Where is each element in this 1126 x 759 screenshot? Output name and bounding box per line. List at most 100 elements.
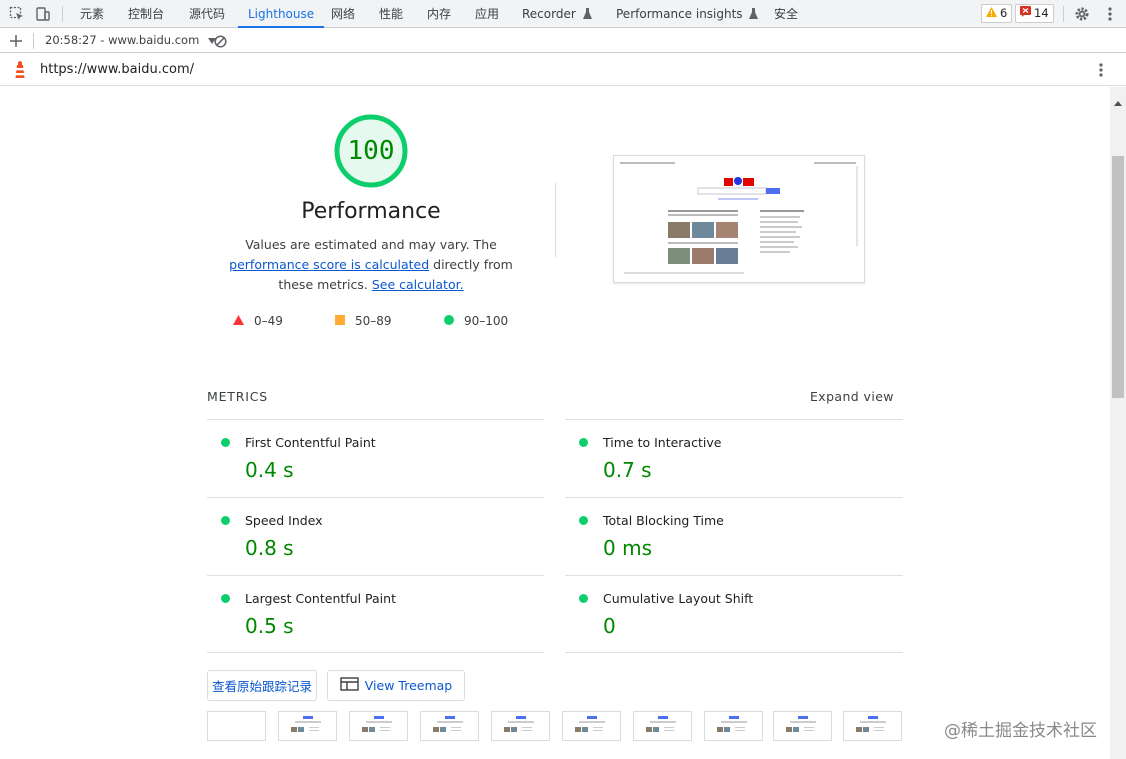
tab-performance-insights[interactable]: Performance insights [616,0,759,29]
more-options-icon[interactable] [1101,5,1119,23]
filmstrip-frame [349,711,408,741]
pass-circle-icon [221,594,230,603]
tab-console[interactable]: 控制台 [128,0,164,28]
metric-value: 0.8 s [245,536,294,560]
new-report-plus-icon[interactable] [7,32,25,50]
pass-circle-icon [579,438,588,447]
filmstrip-frame [207,711,266,741]
expand-view-toggle[interactable]: Expand view [810,389,894,404]
filmstrip-frame [278,711,337,741]
clear-all-block-icon[interactable] [211,32,229,50]
report-menu-icon[interactable] [1092,61,1110,79]
pass-circle-icon [221,516,230,525]
tab-application[interactable]: 应用 [475,0,499,28]
metric-speed-index: Speed Index 0.8 s [207,498,543,576]
tab-security[interactable]: 安全 [774,0,798,28]
report-url[interactable]: https://www.baidu.com/ [40,54,194,86]
metric-label: Speed Index [245,513,323,528]
report-selector[interactable]: 20:58:27 - www.baidu.com [45,28,216,53]
inspect-element-icon[interactable] [8,5,26,23]
tab-memory[interactable]: 内存 [427,0,451,28]
tab-recorder[interactable]: Recorder [522,0,592,28]
tab-separator [33,33,34,49]
average-square-icon [335,314,345,328]
legend-fail-range: 0–49 [254,314,283,328]
performance-score-gauge[interactable]: 100 [333,113,409,189]
pass-circle-icon [579,516,588,525]
fail-triangle-icon [233,314,244,328]
lighthouse-logo-icon [11,61,29,79]
report-url-bar: https://www.baidu.com/ [0,54,1126,86]
metric-value: 0.7 s [603,458,652,482]
filmstrip-frame [773,711,832,741]
category-title: Performance [301,199,441,224]
metric-label: First Contentful Paint [245,435,376,450]
tab-recorder-label: Recorder [522,7,576,21]
metric-value: 0 ms [603,536,652,560]
filmstrip-frame [420,711,479,741]
score-description: Values are estimated and may vary. The p… [214,235,528,295]
pass-circle-icon [444,314,454,328]
report-selector-label: 20:58:27 - www.baidu.com [45,33,200,47]
tab-separator [1063,6,1064,22]
device-toolbar-icon[interactable] [34,5,52,23]
pass-circle-icon [221,438,230,447]
error-icon [1020,5,1031,22]
metric-label: Time to Interactive [603,435,722,450]
description-text: Values are estimated and may vary. The [245,237,497,252]
legend-average-range: 50–89 [355,314,392,328]
errors-badge[interactable]: 14 [1015,4,1054,23]
devtools-tab-bar: 元素 控制台 源代码 Lighthouse 网络 性能 内存 应用 Record… [0,0,1126,28]
tab-performance-insights-label: Performance insights [616,7,743,21]
warnings-badge[interactable]: 6 [981,4,1013,23]
view-treemap-label: View Treemap [364,678,453,693]
metric-divider [565,652,903,653]
filmstrip-frame [843,711,902,741]
tab-network[interactable]: 网络 [331,0,355,28]
tab-separator [62,6,63,22]
metric-value: 0.5 s [245,614,294,638]
lighthouse-toolbar: 20:58:27 - www.baidu.com [0,28,1126,53]
legend-fail: 0–49 [233,314,283,328]
metric-label: Total Blocking Time [603,513,724,528]
metric-value: 0.4 s [245,458,294,482]
metric-label: Cumulative Layout Shift [603,591,754,606]
final-screenshot[interactable] [613,155,865,283]
errors-count: 14 [1034,6,1049,20]
filmstrip-frame [562,711,621,741]
view-treemap-button[interactable]: View Treemap [327,670,465,701]
experiment-flask-icon [749,1,759,29]
legend-pass-range: 90–100 [464,314,509,328]
pass-circle-icon [579,594,588,603]
metric-value: 0 [603,614,616,638]
metric-largest-contentful-paint: Largest Contentful Paint 0.5 s [207,576,543,654]
metric-divider [207,652,544,653]
metrics-heading: METRICS [207,389,268,404]
view-original-trace-label: 查看原始跟踪记录 [211,679,312,694]
performance-score-link[interactable]: performance score is calculated [229,257,429,272]
final-screenshot-image [620,162,858,274]
metric-total-blocking-time: Total Blocking Time 0 ms [565,498,901,576]
experiment-flask-icon [582,1,592,29]
scroll-up-arrow-icon[interactable] [1114,91,1122,110]
filmstrip-frame [633,711,692,741]
report-scrollbar[interactable] [1110,87,1126,759]
legend-average: 50–89 [335,314,392,328]
settings-gear-icon[interactable] [1073,5,1091,23]
filmstrip-frame [491,711,550,741]
performance-score-value: 100 [347,136,395,166]
see-calculator-link[interactable]: See calculator. [372,277,464,292]
tab-performance[interactable]: 性能 [379,0,403,28]
view-original-trace-button[interactable]: 查看原始跟踪记录 [207,670,317,701]
metric-label: Largest Contentful Paint [245,591,396,606]
legend-pass: 90–100 [444,314,508,328]
report-content: 100 Performance Values are estimated and… [0,87,1110,759]
metric-cumulative-layout-shift: Cumulative Layout Shift 0 [565,576,901,654]
tab-elements[interactable]: 元素 [80,0,104,28]
watermark: @稀土掘金技术社区 [944,721,1097,741]
section-divider [555,183,556,257]
metric-time-to-interactive: Time to Interactive 0.7 s [565,420,901,498]
tab-sources[interactable]: 源代码 [189,0,225,28]
tab-lighthouse[interactable]: Lighthouse [238,0,325,28]
scrollbar-thumb[interactable] [1112,156,1124,398]
